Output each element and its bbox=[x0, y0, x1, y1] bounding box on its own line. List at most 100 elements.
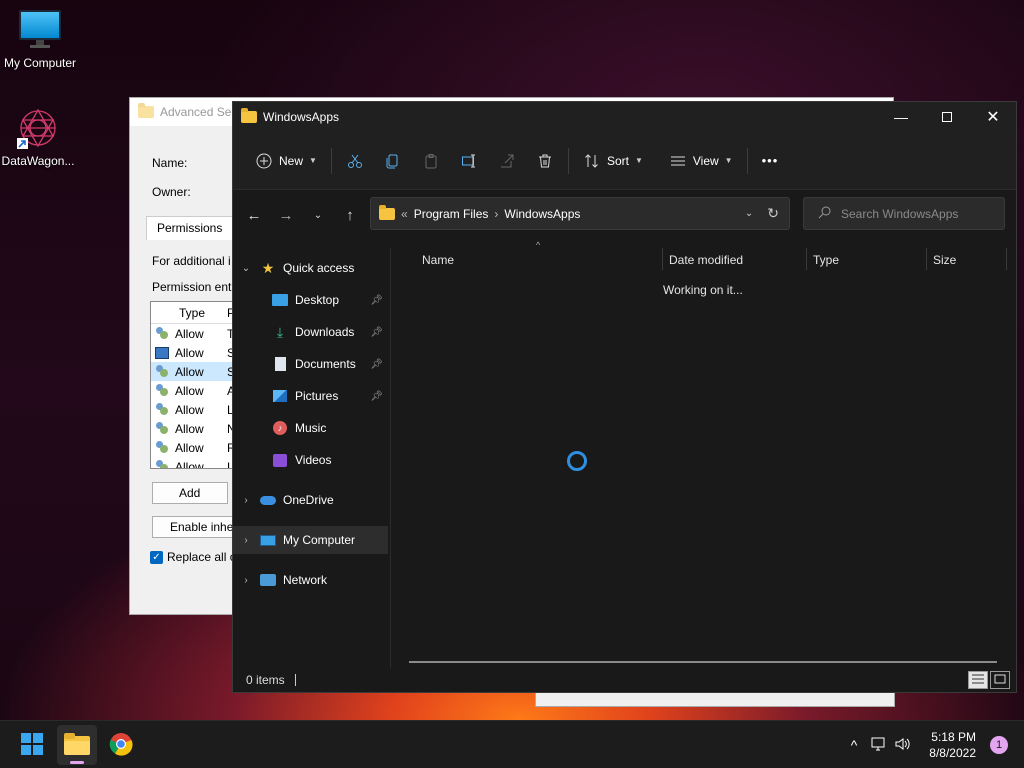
clock-time: 5:18 PM bbox=[931, 730, 976, 744]
cloud-icon bbox=[259, 492, 277, 508]
horizontal-scrollbar[interactable] bbox=[409, 661, 997, 663]
chevron-right-icon[interactable]: › bbox=[233, 535, 259, 546]
system-tray: ^ 5:18 PM 8/8/2022 1 bbox=[851, 721, 1024, 768]
breadcrumb-program-files[interactable]: Program Files bbox=[414, 207, 489, 221]
replace-all-checkbox[interactable]: ✓ Replace all c bbox=[150, 550, 236, 564]
nav-item-onedrive[interactable]: › OneDrive bbox=[233, 486, 389, 514]
desktop-icon-datawagon[interactable]: DataWagon... bbox=[0, 106, 78, 168]
maximize-button[interactable] bbox=[924, 102, 970, 132]
trash-icon bbox=[536, 152, 554, 170]
column-header-type[interactable]: Type bbox=[807, 248, 927, 270]
column-header-name[interactable]: Name bbox=[416, 248, 663, 270]
users-icon bbox=[155, 365, 169, 378]
system-icon bbox=[155, 346, 169, 359]
column-header-size[interactable]: Size bbox=[927, 248, 1007, 270]
share-button[interactable] bbox=[488, 145, 526, 177]
chevron-right-icon[interactable]: › bbox=[233, 495, 259, 506]
enable-inheritance-button[interactable]: Enable inhe bbox=[152, 516, 242, 538]
navigation-pane[interactable]: ⌄ ★ Quick access Desktop 📌︎ ⤓ Downloads … bbox=[233, 248, 391, 668]
search-input[interactable] bbox=[841, 206, 1001, 221]
rename-button[interactable] bbox=[450, 145, 488, 177]
cut-button[interactable] bbox=[336, 145, 374, 177]
add-button[interactable]: Add bbox=[152, 482, 228, 504]
clock[interactable]: 5:18 PM 8/8/2022 bbox=[929, 729, 976, 761]
toolbar-divider bbox=[330, 147, 332, 174]
sort-button[interactable]: Sort ▼ bbox=[573, 145, 653, 177]
nav-item-desktop[interactable]: Desktop 📌︎ bbox=[233, 286, 389, 314]
pin-icon[interactable]: 📌︎ bbox=[370, 327, 383, 338]
command-bar: New ▼ Sort ▼ View ▼ ••• bbox=[233, 132, 1016, 190]
details-view-button[interactable] bbox=[968, 671, 988, 689]
chevron-down-icon[interactable]: ⌄ bbox=[233, 263, 259, 274]
close-button[interactable]: ✕ bbox=[970, 102, 1016, 132]
paste-button[interactable] bbox=[412, 145, 450, 177]
list-item[interactable]: Allow L bbox=[151, 457, 239, 468]
users-icon bbox=[155, 384, 169, 397]
chevron-right-icon[interactable]: › bbox=[233, 575, 259, 586]
nav-item-downloads[interactable]: ⤓ Downloads 📌︎ bbox=[233, 318, 389, 346]
recent-locations-button[interactable]: ⌄ bbox=[302, 199, 334, 231]
nav-item-videos[interactable]: Videos bbox=[233, 446, 389, 474]
videos-icon bbox=[271, 452, 289, 468]
checkmark-icon: ✓ bbox=[150, 550, 163, 564]
list-item[interactable]: AllowR bbox=[151, 438, 239, 457]
list-item[interactable]: Allow S bbox=[151, 343, 239, 362]
nav-item-pictures[interactable]: Pictures 📌︎ bbox=[233, 382, 389, 410]
list-header[interactable]: TypeP bbox=[151, 302, 239, 324]
column-header-date-modified[interactable]: Date modified bbox=[663, 248, 807, 270]
nav-item-documents[interactable]: Documents 📌︎ bbox=[233, 350, 389, 378]
refresh-icon[interactable]: ↻ bbox=[767, 205, 779, 222]
pin-icon[interactable]: 📌︎ bbox=[370, 359, 383, 370]
large-icons-view-icon bbox=[994, 673, 1006, 687]
more-options-button[interactable]: ••• bbox=[752, 145, 789, 177]
overflow-chevron-icon[interactable]: « bbox=[401, 207, 408, 221]
list-item[interactable]: Allow L bbox=[151, 400, 239, 419]
toolbar-divider bbox=[567, 147, 569, 174]
pin-icon[interactable]: 📌︎ bbox=[370, 391, 383, 402]
permission-entries-list[interactable]: TypeP AllowT AllowS AllowS AllowA AllowL… bbox=[150, 301, 240, 469]
network-status-icon[interactable] bbox=[871, 737, 887, 754]
minimize-button[interactable]: — bbox=[878, 102, 924, 132]
start-button[interactable] bbox=[12, 725, 52, 765]
chevron-up-icon[interactable]: ^ bbox=[851, 737, 858, 753]
new-button[interactable]: New ▼ bbox=[245, 145, 327, 177]
notification-badge[interactable]: 1 bbox=[990, 736, 1008, 754]
explorer-titlebar[interactable]: WindowsApps — ✕ bbox=[233, 102, 1016, 132]
pin-icon[interactable]: 📌︎ bbox=[370, 295, 383, 306]
search-icon bbox=[818, 206, 831, 222]
share-icon bbox=[498, 152, 516, 170]
network-icon bbox=[259, 572, 277, 588]
back-button[interactable]: ← bbox=[238, 199, 270, 231]
view-button[interactable]: View ▼ bbox=[659, 145, 743, 177]
list-item[interactable]: Allow S bbox=[151, 362, 239, 381]
info-text: For additional i bbox=[152, 254, 231, 268]
search-box[interactable] bbox=[803, 197, 1005, 230]
address-bar[interactable]: « Program Files › WindowsApps ⌄ ↻ bbox=[370, 197, 790, 230]
nav-item-quick-access[interactable]: ⌄ ★ Quick access bbox=[233, 254, 389, 282]
breadcrumb-windowsapps[interactable]: WindowsApps bbox=[504, 207, 580, 221]
taskbar-file-explorer[interactable] bbox=[57, 725, 97, 765]
large-icons-view-button[interactable] bbox=[990, 671, 1010, 689]
file-explorer-window[interactable]: WindowsApps — ✕ New ▼ Sort ▼ View ▼ ••• … bbox=[232, 101, 1017, 693]
nav-item-music[interactable]: ♪ Music bbox=[233, 414, 389, 442]
list-item[interactable]: Allow T bbox=[151, 324, 239, 343]
file-list-area[interactable]: Name ^ Date modified Type Size Working o… bbox=[391, 240, 1016, 668]
music-icon: ♪ bbox=[271, 420, 289, 436]
nav-item-my-computer[interactable]: › My Computer bbox=[233, 526, 388, 554]
list-item[interactable]: AllowN bbox=[151, 419, 239, 438]
chevron-down-icon: ▼ bbox=[724, 156, 733, 165]
delete-button[interactable] bbox=[526, 145, 564, 177]
active-indicator bbox=[70, 761, 84, 764]
volume-icon[interactable] bbox=[895, 737, 911, 754]
desktop-icon-my-computer[interactable]: My Computer bbox=[0, 10, 80, 70]
address-dropdown-icon[interactable]: ⌄ bbox=[745, 208, 753, 219]
nav-item-network[interactable]: › Network bbox=[233, 566, 389, 594]
list-item[interactable]: Allow A bbox=[151, 381, 239, 400]
forward-button[interactable]: → bbox=[270, 199, 302, 231]
desktop-icon-label: My Computer bbox=[3, 56, 77, 70]
folder-icon bbox=[138, 103, 154, 118]
copy-button[interactable] bbox=[374, 145, 412, 177]
up-button[interactable]: ↑ bbox=[334, 199, 366, 231]
taskbar-chrome[interactable] bbox=[101, 725, 141, 765]
tab-permissions[interactable]: Permissions bbox=[146, 216, 236, 240]
